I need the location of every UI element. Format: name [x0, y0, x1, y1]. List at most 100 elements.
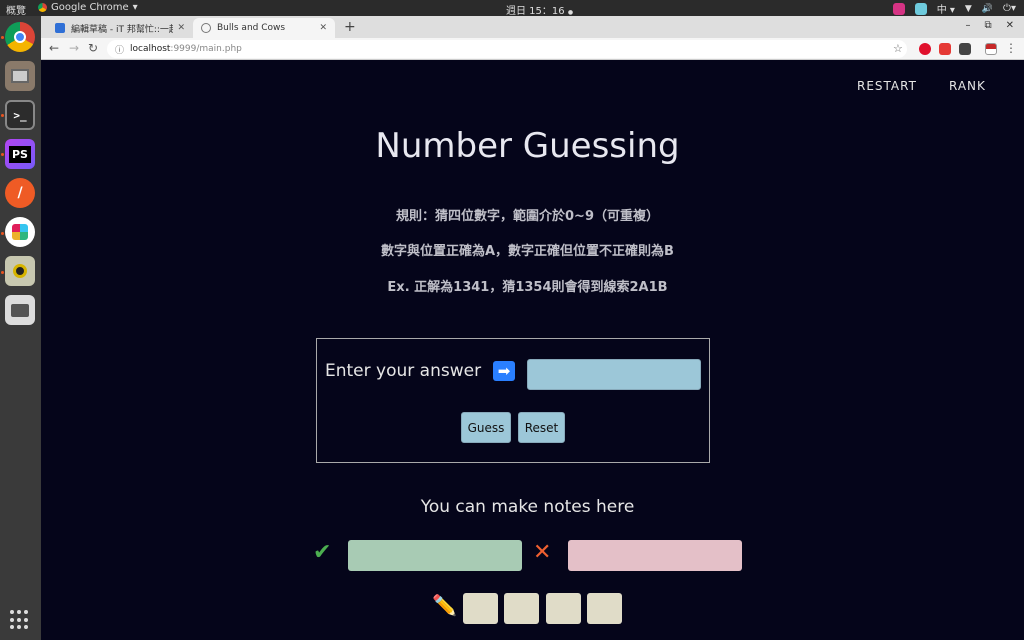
- rocket-icon: /: [17, 185, 23, 201]
- digit-note-box-1[interactable]: [463, 593, 498, 624]
- url-path: :9999/main.php: [170, 44, 242, 54]
- running-indicator: [1, 271, 4, 274]
- reset-button[interactable]: Reset: [518, 412, 565, 443]
- tab-title: Bulls and Cows: [217, 23, 286, 33]
- screenshot-dock-icon[interactable]: [5, 295, 35, 325]
- browser-tab-strip: 編輯草稿 - iT 邦幫忙::一起 ✕ Bulls and Cows ✕ + –…: [41, 16, 1024, 38]
- close-icon[interactable]: ✕: [177, 23, 185, 33]
- correct-numbers-note[interactable]: [348, 540, 522, 571]
- check-icon: ✔: [313, 540, 332, 565]
- camera-icon: [11, 303, 29, 317]
- tab-ithelp-draft[interactable]: 編輯草稿 - iT 邦幫忙::一起 ✕: [47, 18, 193, 38]
- volume-icon[interactable]: 🔊: [982, 4, 993, 14]
- window-close-button[interactable]: ✕: [1006, 20, 1014, 31]
- extension-icon[interactable]: [919, 43, 931, 55]
- phpstorm-dock-icon[interactable]: PS: [5, 139, 35, 169]
- power-symbol: ⏻: [1003, 3, 1011, 14]
- digit-note-box-3[interactable]: [546, 593, 581, 624]
- grid-dot: [17, 625, 21, 630]
- activities-button[interactable]: 概覽: [6, 2, 26, 17]
- system-top-bar: 概覽 Google Chrome ▾ 週日 15：16 ● 中 ▾ ▼ 🔊 ⏻▾: [0, 0, 1024, 17]
- forward-button[interactable]: →: [69, 41, 79, 55]
- new-tab-button[interactable]: +: [344, 19, 356, 35]
- globe-favicon-icon: [201, 23, 211, 33]
- game-page: RESTART RANK Number Guessing 規則：猜四位數字，範圍…: [41, 60, 1024, 640]
- pencil-icon: ✏️: [432, 593, 457, 617]
- ithelp-favicon-icon: [55, 23, 65, 33]
- restore-button[interactable]: ⧉: [984, 20, 991, 31]
- restart-link[interactable]: RESTART: [857, 79, 917, 93]
- answer-input[interactable]: [527, 359, 701, 390]
- application-dock: >_ PS /: [0, 16, 41, 640]
- phpstorm-logo-icon: PS: [9, 145, 31, 163]
- extension-icon[interactable]: [985, 43, 997, 55]
- tab-title: 編輯草稿 - iT 邦幫忙::一起: [71, 24, 174, 35]
- chevron-down-icon: ▾: [949, 5, 955, 16]
- input-method-indicator[interactable]: 中 ▾: [937, 1, 955, 16]
- grid-dot: [17, 610, 21, 614]
- app-menu[interactable]: Google Chrome ▾: [38, 2, 138, 13]
- grid-dot: [10, 625, 14, 630]
- page-title: Number Guessing: [375, 126, 680, 166]
- rule-line: 數字與位置正確為A，數字正確但位置不正確則為B: [381, 244, 674, 259]
- grid-dot: [24, 617, 28, 622]
- speaker-dock-icon[interactable]: [5, 256, 35, 286]
- drawer-icon: [11, 69, 29, 83]
- system-tray: 中 ▾ ▼ 🔊 ⏻▾: [892, 1, 1016, 16]
- info-icon[interactable]: ⓘ: [115, 43, 124, 56]
- chrome-menu-icon[interactable]: ⋮: [1005, 41, 1017, 55]
- grid-dot: [24, 625, 28, 630]
- app-tray-icon[interactable]: [892, 2, 905, 15]
- bookmark-star-icon[interactable]: ☆: [893, 42, 903, 55]
- chrome-center-icon: [14, 31, 26, 43]
- network-icon[interactable]: ▼: [965, 4, 972, 14]
- window-controls: – ⧉ ✕: [965, 20, 1014, 31]
- chrome-small-icon: [38, 3, 47, 12]
- slack-dock-icon[interactable]: [5, 217, 35, 247]
- digit-note-box-2[interactable]: [504, 593, 539, 624]
- digit-note-box-4[interactable]: [587, 593, 622, 624]
- chevron-down-icon: ▾: [1010, 3, 1016, 14]
- power-icon[interactable]: ⏻▾: [1003, 3, 1016, 14]
- notes-title: You can make notes here: [420, 497, 635, 517]
- running-indicator: [1, 232, 4, 235]
- minimize-button[interactable]: –: [965, 20, 970, 31]
- url-host: localhost: [130, 44, 171, 54]
- postman-dock-icon[interactable]: /: [5, 178, 35, 208]
- tab-bulls-and-cows[interactable]: Bulls and Cows ✕: [193, 18, 335, 38]
- input-method-label: 中: [936, 5, 947, 16]
- answer-label: Enter your answer: [325, 361, 482, 381]
- grid-dot: [10, 617, 14, 622]
- arrow-right-icon: ➡: [493, 361, 515, 381]
- address-bar[interactable]: ⓘ localhost:9999/main.php: [107, 40, 907, 58]
- running-indicator: [1, 36, 4, 39]
- extension-icon[interactable]: [939, 43, 951, 55]
- grid-dot: [24, 610, 28, 614]
- answer-panel: Enter your answer ➡ Guess Reset: [316, 338, 710, 463]
- show-applications-icon[interactable]: [10, 610, 30, 630]
- wrong-numbers-note[interactable]: [568, 540, 742, 571]
- app-menu-label: Google Chrome: [51, 2, 129, 13]
- chrome-dock-icon[interactable]: [5, 22, 35, 52]
- slack-tray-icon[interactable]: [914, 2, 927, 15]
- clock[interactable]: 週日 15：16 ●: [506, 2, 573, 17]
- browser-toolbar: ← → ↻ ⓘ localhost:9999/main.php ☆ ⋮: [41, 38, 1024, 60]
- terminal-prompt-icon: >_: [13, 108, 27, 122]
- chevron-down-icon: ▾: [132, 2, 138, 13]
- back-button[interactable]: ←: [49, 41, 59, 55]
- rank-link[interactable]: RANK: [949, 79, 986, 93]
- file-manager-dock-icon[interactable]: [5, 61, 35, 91]
- rule-line: 規則：猜四位數字，範圍介於0~9（可重複）: [396, 209, 659, 224]
- extension-icon[interactable]: [959, 43, 971, 55]
- close-icon[interactable]: ✕: [319, 23, 327, 33]
- guess-button[interactable]: Guess: [461, 412, 511, 443]
- slack-logo-icon: [12, 224, 28, 240]
- grid-dot: [10, 610, 14, 614]
- notification-dot-icon: ●: [567, 9, 574, 16]
- speaker-icon: [13, 264, 27, 278]
- running-indicator: [1, 114, 4, 117]
- reload-button[interactable]: ↻: [88, 41, 98, 55]
- running-indicator: [1, 153, 4, 156]
- grid-dot: [17, 617, 21, 622]
- terminal-dock-icon[interactable]: >_: [5, 100, 35, 130]
